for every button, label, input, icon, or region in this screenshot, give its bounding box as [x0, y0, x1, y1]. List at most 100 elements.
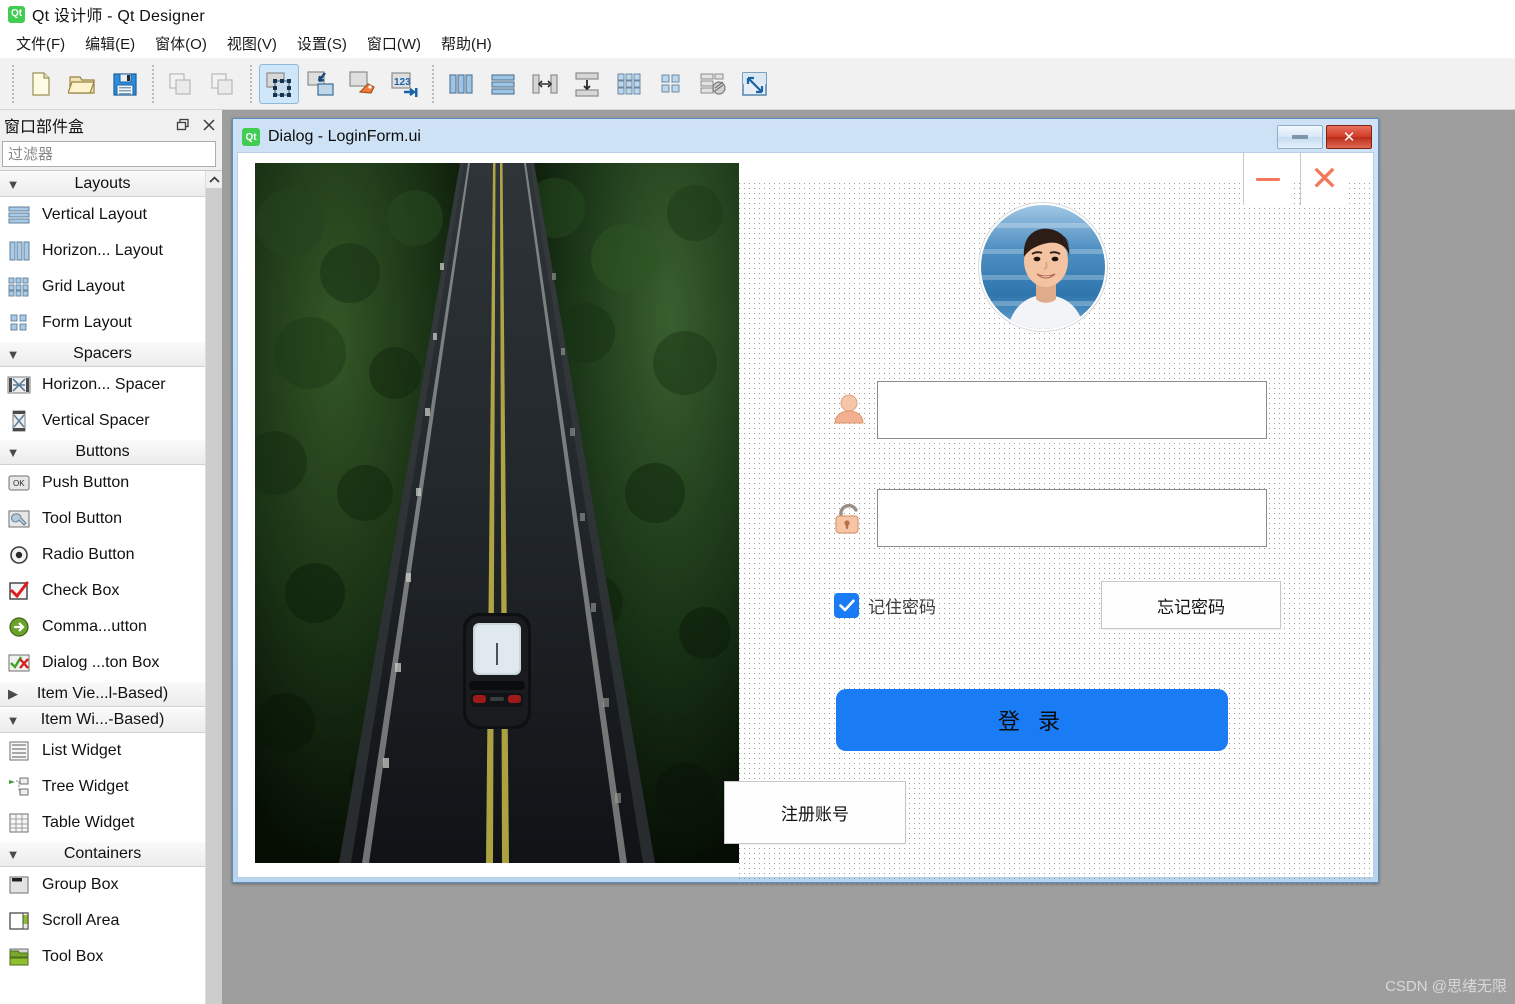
- widget-box-group-item-widgets[interactable]: ▼ Item Wi...-Based): [0, 707, 205, 733]
- menu-window[interactable]: 窗口(W): [357, 30, 431, 57]
- widget-item-table-widget[interactable]: Table Widget: [0, 805, 205, 841]
- widget-box-group-containers[interactable]: ▼ Containers: [0, 841, 205, 867]
- register-button[interactable]: 注册账号: [724, 781, 906, 844]
- widget-item-list-widget[interactable]: List Widget: [0, 733, 205, 769]
- widget-item-horizontal-layout[interactable]: Horizon... Layout: [0, 233, 205, 269]
- menubar: 文件(F) 编辑(E) 窗体(O) 视图(V) 设置(S) 窗口(W) 帮助(H…: [0, 28, 1515, 58]
- paste-icon[interactable]: [203, 64, 243, 104]
- grid-layout-icon: [4, 274, 34, 300]
- form-minimize-button[interactable]: [1277, 125, 1323, 149]
- menu-view[interactable]: 视图(V): [217, 30, 287, 57]
- item-label: Radio Button: [42, 546, 135, 563]
- layout-horizontally-icon[interactable]: [441, 64, 481, 104]
- widget-box-scrollbar[interactable]: [205, 171, 222, 1004]
- qt-logo-icon: Qt: [242, 128, 260, 146]
- filter-input-wrapper[interactable]: [2, 141, 216, 167]
- form-window-title: Dialog - LoginForm.ui: [268, 128, 421, 145]
- edit-widgets-icon[interactable]: [259, 63, 299, 104]
- close-icon[interactable]: [196, 114, 222, 136]
- break-layout-icon[interactable]: [693, 64, 733, 104]
- item-label: Table Widget: [42, 814, 135, 831]
- item-label: Grid Layout: [42, 278, 125, 295]
- widget-item-tool-button[interactable]: Tool Button: [0, 501, 205, 537]
- group-box-icon: [4, 872, 34, 898]
- new-file-icon[interactable]: [21, 64, 61, 104]
- item-label: Form Layout: [42, 314, 132, 331]
- login-button[interactable]: 登 录: [836, 689, 1228, 751]
- menu-help[interactable]: 帮助(H): [431, 30, 502, 57]
- menu-form[interactable]: 窗体(O): [145, 30, 217, 57]
- item-label: Scroll Area: [42, 912, 120, 929]
- menu-edit[interactable]: 编辑(E): [75, 30, 145, 57]
- check-box-icon: [4, 578, 34, 604]
- open-folder-icon[interactable]: [63, 64, 103, 104]
- chevron-down-icon: ▼: [6, 346, 20, 362]
- login-panel: ✕ 记住密码 忘记密码 登 录 注册账号: [724, 153, 1373, 907]
- widget-item-radio-button[interactable]: Radio Button: [0, 537, 205, 573]
- menu-settings[interactable]: 设置(S): [287, 30, 357, 57]
- toolbar-drag-handle-4[interactable]: [429, 64, 437, 103]
- design-workspace: Qt Dialog - LoginForm.ui ✕ ✕ 记住密码 忘记密码 登…: [222, 110, 1515, 1004]
- widget-item-scroll-area[interactable]: Scroll Area: [0, 903, 205, 939]
- widget-box-group-layouts[interactable]: ▼ Layouts: [0, 171, 205, 197]
- login-close-button[interactable]: ✕: [1300, 153, 1348, 205]
- widget-item-tree-widget[interactable]: Tree Widget: [0, 769, 205, 805]
- svg-text:123: 123: [394, 77, 411, 88]
- remember-password-label: 记住密码: [868, 598, 936, 617]
- main-toolbar: 123: [0, 58, 1515, 110]
- widget-item-grid-layout[interactable]: Grid Layout: [0, 269, 205, 305]
- edit-signals-slots-icon[interactable]: [301, 64, 341, 104]
- restore-icon[interactable]: [170, 114, 196, 136]
- widget-item-horizontal-spacer[interactable]: Horizon... Spacer: [0, 367, 205, 403]
- widget-item-group-box[interactable]: Group Box: [0, 867, 205, 903]
- qt-designer-window: Qt Qt 设计师 - Qt Designer 文件(F) 编辑(E) 窗体(O…: [0, 0, 1515, 1004]
- widget-box-group-spacers[interactable]: ▼ Spacers: [0, 341, 205, 367]
- save-icon[interactable]: [105, 64, 145, 104]
- layout-vertically-icon[interactable]: [483, 64, 523, 104]
- form-close-button[interactable]: ✕: [1326, 125, 1372, 149]
- username-input[interactable]: [877, 381, 1267, 439]
- username-field-row: [821, 381, 1267, 439]
- adjust-size-icon[interactable]: [735, 64, 775, 104]
- layout-form-icon[interactable]: [651, 64, 691, 104]
- chevron-up-icon[interactable]: [206, 171, 222, 188]
- item-label: Dialog ...ton Box: [42, 654, 160, 671]
- item-label: Vertical Spacer: [42, 412, 150, 429]
- widget-item-command-link-button[interactable]: Comma...utton: [0, 609, 205, 645]
- widget-item-dialog-button-box[interactable]: Dialog ...ton Box: [0, 645, 205, 681]
- chevron-down-icon: ▼: [6, 712, 20, 728]
- widget-item-form-layout[interactable]: Form Layout: [0, 305, 205, 341]
- layout-splitter-horizontal-icon[interactable]: [525, 64, 565, 104]
- item-label: Tool Button: [42, 510, 123, 527]
- remember-password-checkbox[interactable]: [834, 593, 859, 618]
- layout-splitter-vertical-icon[interactable]: [567, 64, 607, 104]
- item-label: Horizon... Layout: [42, 242, 163, 259]
- close-icon: ✕: [1310, 160, 1339, 198]
- widget-item-vertical-layout[interactable]: Vertical Layout: [0, 197, 205, 233]
- widget-item-push-button[interactable]: OK Push Button: [0, 465, 205, 501]
- password-input[interactable]: [877, 489, 1267, 547]
- group-label: Item Wi...-Based): [40, 711, 165, 728]
- widget-box-list: ▼ Layouts Vertical Layout Horizon... Lay…: [0, 171, 205, 1004]
- copy-icon[interactable]: [161, 64, 201, 104]
- item-label: Push Button: [42, 474, 130, 491]
- login-minimize-button[interactable]: [1243, 153, 1291, 205]
- toolbar-drag-handle[interactable]: [9, 64, 17, 103]
- widget-box-group-buttons[interactable]: ▼ Buttons: [0, 439, 205, 465]
- edit-tab-order-icon[interactable]: 123: [385, 64, 425, 104]
- watermark-text: CSDN @思绪无限: [1385, 978, 1507, 995]
- widget-box-group-item-views[interactable]: ▶ Item Vie...l-Based): [0, 681, 205, 707]
- edit-buddies-icon[interactable]: [343, 64, 383, 104]
- toolbar-drag-handle-3[interactable]: [247, 64, 255, 103]
- password-field-row: [821, 489, 1267, 547]
- forgot-password-button[interactable]: 忘记密码: [1101, 581, 1281, 629]
- menu-file[interactable]: 文件(F): [6, 30, 75, 57]
- layout-grid-icon[interactable]: [609, 64, 649, 104]
- widget-item-check-box[interactable]: Check Box: [0, 573, 205, 609]
- widget-item-tool-box[interactable]: Tool Box: [0, 939, 205, 975]
- toolbar-drag-handle-2[interactable]: [149, 64, 157, 103]
- filter-input[interactable]: [8, 145, 210, 163]
- widget-box-title: 窗口部件盒: [4, 119, 85, 136]
- scrollbar-thumb[interactable]: [206, 188, 222, 1004]
- widget-item-vertical-spacer[interactable]: Vertical Spacer: [0, 403, 205, 439]
